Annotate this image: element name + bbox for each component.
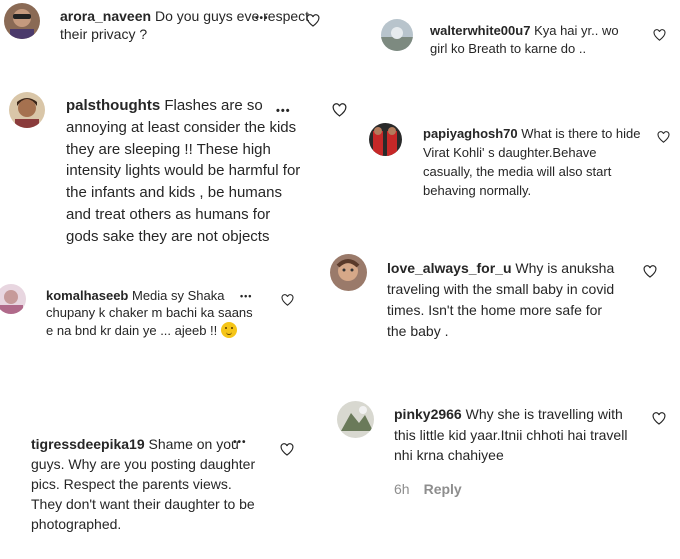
- heart-outline-icon[interactable]: [306, 14, 320, 27]
- comment-username[interactable]: love_always_for_u: [387, 260, 512, 276]
- avatar[interactable]: [337, 401, 374, 438]
- comment-username[interactable]: arora_naveen: [60, 8, 151, 24]
- comment-username[interactable]: komalhaseeb: [46, 288, 128, 303]
- avatar[interactable]: [369, 123, 402, 156]
- heart-outline-icon[interactable]: [281, 294, 294, 306]
- comment-meta: 6h Reply: [394, 481, 462, 497]
- more-options-icon[interactable]: •••: [233, 437, 247, 448]
- comment-body: Flashes are so annoying at least conside…: [66, 97, 301, 245]
- smiling-face-emoji: [220, 321, 237, 338]
- heart-outline-icon[interactable]: [280, 443, 294, 456]
- comment-text: walterwhite00u7 Kya hai yr.. wo girl ko …: [430, 22, 635, 58]
- comment-text: komalhaseeb Media sy Shaka chupany k cha…: [46, 287, 256, 339]
- comment-username[interactable]: papiyaghosh70: [423, 126, 518, 141]
- comment-timestamp: 6h: [394, 481, 410, 497]
- reply-button[interactable]: Reply: [424, 481, 462, 497]
- avatar[interactable]: [9, 92, 45, 128]
- comment-username[interactable]: tigressdeepika19: [31, 436, 145, 452]
- heart-outline-icon[interactable]: [652, 412, 666, 425]
- more-options-icon[interactable]: •••: [255, 13, 269, 24]
- comment-username[interactable]: walterwhite00u7: [430, 23, 530, 38]
- avatar[interactable]: [381, 19, 413, 51]
- heart-outline-icon[interactable]: [653, 29, 666, 41]
- more-options-icon[interactable]: •••: [276, 105, 291, 117]
- comment-text: pinky2966 Why she is travelling with thi…: [394, 404, 630, 466]
- heart-outline-icon[interactable]: [643, 265, 657, 278]
- comment-username[interactable]: palsthoughts: [66, 97, 160, 114]
- comment-text: love_always_for_u Why is anuksha traveli…: [387, 258, 619, 342]
- avatar[interactable]: [0, 284, 26, 314]
- heart-outline-icon[interactable]: [332, 103, 347, 117]
- avatar[interactable]: [4, 3, 40, 39]
- comment-text: palsthoughts Flashes are so annoying at …: [66, 95, 304, 248]
- comment-text: papiyaghosh70 What is there to hide Vira…: [423, 124, 643, 200]
- comment-username[interactable]: pinky2966: [394, 406, 462, 422]
- comment-text: tigressdeepika19 Shame on you guys. Why …: [31, 434, 257, 534]
- comment-text: arora_naveen Do you guys eve respect the…: [60, 8, 320, 44]
- heart-outline-icon[interactable]: [657, 131, 670, 143]
- more-options-icon[interactable]: •••: [240, 291, 252, 301]
- avatar[interactable]: [330, 254, 367, 291]
